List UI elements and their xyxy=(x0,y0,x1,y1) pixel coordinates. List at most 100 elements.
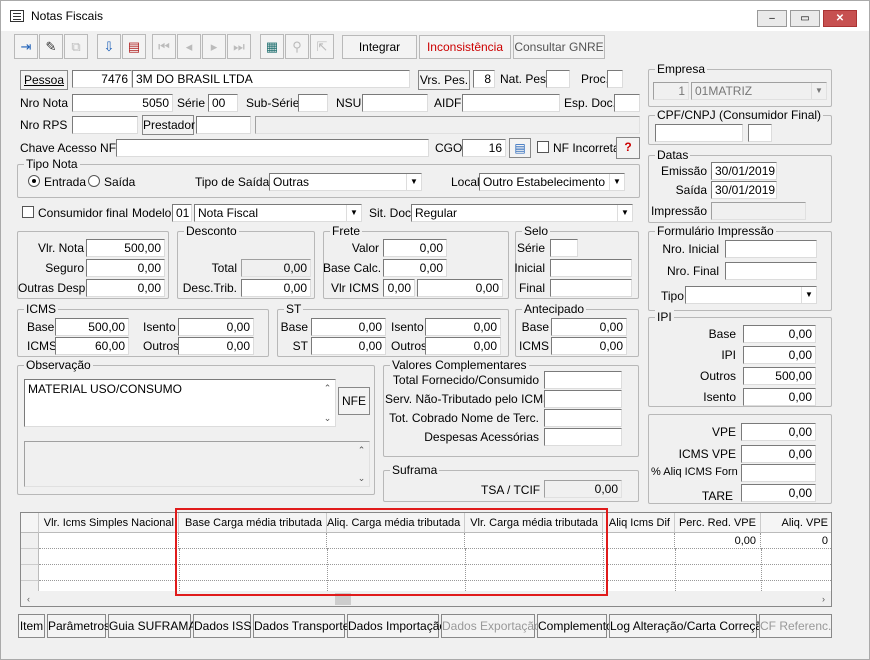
nf-incorreta-checkbox[interactable] xyxy=(537,141,549,153)
prestador-button[interactable]: Prestador xyxy=(142,115,195,135)
vrs-pes-field[interactable]: 8 xyxy=(473,70,495,88)
cpf-cnpj-field[interactable] xyxy=(655,124,743,142)
saida-date-field[interactable]: 30/01/2019 xyxy=(711,181,777,199)
aidf-field[interactable] xyxy=(462,94,560,112)
modelo-code-field[interactable]: 01 xyxy=(172,204,192,222)
proc-field[interactable] xyxy=(607,70,623,88)
grid-cell[interactable]: 0,00 xyxy=(675,533,761,549)
antecipado-base-field[interactable]: 0,00 xyxy=(551,318,627,336)
entrada-radio[interactable] xyxy=(28,175,40,187)
maximize-button[interactable]: ▭ xyxy=(790,10,820,27)
tab-dados-exportacao[interactable]: Dados Exportação xyxy=(441,614,541,638)
antecipado-icms-field[interactable]: 0,00 xyxy=(551,337,627,355)
cgo-field[interactable]: 16 xyxy=(462,139,506,157)
col-perc-red-vpe[interactable]: Perc. Red. VPE xyxy=(675,513,761,533)
minimize-button[interactable]: ‒ xyxy=(757,10,787,27)
ipi-outros-field[interactable]: 500,00 xyxy=(743,367,816,385)
pessoa-code-field[interactable]: 7476 xyxy=(72,70,132,88)
last-record-icon[interactable]: ⏭ xyxy=(227,34,251,59)
nro-final-field[interactable] xyxy=(725,262,817,280)
st-st-field[interactable]: 0,00 xyxy=(311,337,386,355)
grid-row-header[interactable] xyxy=(21,549,39,565)
sit-doc-select[interactable]: Regular ▼ xyxy=(411,204,633,222)
prestador-code-field[interactable] xyxy=(196,116,251,134)
exit-icon[interactable]: ⇥ xyxy=(14,34,38,59)
first-record-icon[interactable]: ⏮ xyxy=(152,34,176,59)
total-fornecido-field[interactable] xyxy=(544,371,622,389)
tab-dados-importacao[interactable]: Dados Importação xyxy=(347,614,446,638)
scroll-down-icon[interactable]: ⌄ xyxy=(320,410,335,426)
help-icon[interactable]: ? xyxy=(616,137,640,159)
nro-nota-field[interactable]: 5050 xyxy=(72,94,173,112)
sub-serie-field[interactable] xyxy=(298,94,328,112)
tab-cf-referenc[interactable]: CF Referenc. xyxy=(759,614,832,638)
close-button[interactable]: ✕ xyxy=(823,10,857,27)
integrar-button[interactable]: Integrar xyxy=(342,35,417,59)
selo-final-field[interactable] xyxy=(550,279,632,297)
scroll-up-icon[interactable]: ⌃ xyxy=(320,380,335,396)
grid-view-icon[interactable]: ▦ xyxy=(260,34,284,59)
consumidor-final-checkbox[interactable] xyxy=(22,206,34,218)
scroll-left-icon[interactable]: ‹ xyxy=(21,591,36,606)
tab-complemento[interactable]: Complemento xyxy=(537,614,613,638)
nfe-button[interactable]: NFE xyxy=(338,387,370,415)
outras-desp-field[interactable]: 0,00 xyxy=(86,279,165,297)
grid-row-header[interactable] xyxy=(21,565,39,581)
tipo-select[interactable]: ▼ xyxy=(685,286,817,304)
st-outros-field[interactable]: 0,00 xyxy=(425,337,501,355)
col-vlr-icms-simples-nacional[interactable]: Vlr. Icms Simples Nacional xyxy=(39,513,179,533)
serie-field[interactable]: 00 xyxy=(208,94,238,112)
frete-vlr-icms-field-a[interactable]: 0,00 xyxy=(383,279,415,297)
col-aliq-vpe[interactable]: Aliq. VPE xyxy=(761,513,831,533)
nsu-field[interactable] xyxy=(362,94,428,112)
icms-vpe-field[interactable]: 0,00 xyxy=(741,445,816,463)
ipi-ipi-field[interactable]: 0,00 xyxy=(743,346,816,364)
vrs-pes-button[interactable]: Vrs. Pes. xyxy=(418,70,470,90)
nro-rps-field[interactable] xyxy=(72,116,138,134)
icms-isento-field[interactable]: 0,00 xyxy=(178,318,254,336)
serv-nao-tributado-field[interactable] xyxy=(544,390,622,408)
print-icon[interactable]: ▤ xyxy=(122,34,146,59)
tab-dados-transporte[interactable]: Dados Transporte xyxy=(253,614,349,638)
tot-cobrado-field[interactable] xyxy=(544,409,622,427)
tab-parametros[interactable]: Parâmetros xyxy=(47,614,110,638)
local-select[interactable]: Outro Estabelecimento ▼ xyxy=(479,173,625,191)
grid-cell[interactable]: 0 xyxy=(761,533,831,549)
nat-pes-field[interactable] xyxy=(546,70,570,88)
tipo-saida-select[interactable]: Outras ▼ xyxy=(269,173,422,191)
selo-inicial-field[interactable] xyxy=(550,259,632,277)
nro-inicial-field[interactable] xyxy=(725,240,817,258)
tab-guia-suframa[interactable]: Guia SUFRAMA xyxy=(108,614,196,638)
ipi-isento-field[interactable]: 0,00 xyxy=(743,388,816,406)
cgo-lookup-icon[interactable]: ▤ xyxy=(509,138,531,158)
grid-row-header[interactable] xyxy=(21,533,39,549)
ipi-base-field[interactable]: 0,00 xyxy=(743,325,816,343)
scroll-down-icon[interactable]: ⌄ xyxy=(354,470,369,486)
observacao-textarea[interactable]: MATERIAL USO/CONSUMO ⌃ ⌄ xyxy=(24,379,336,427)
base-calc-field[interactable]: 0,00 xyxy=(383,259,447,277)
chave-acesso-field[interactable] xyxy=(116,139,429,157)
saida-radio[interactable] xyxy=(88,175,100,187)
prev-record-icon[interactable]: ◂ xyxy=(177,34,201,59)
tab-dados-iss[interactable]: Dados ISS xyxy=(193,614,251,638)
frete-vlr-icms-field-b[interactable]: 0,00 xyxy=(417,279,503,297)
col-aliq-icms-dif[interactable]: Aliq Icms Dif xyxy=(603,513,675,533)
consultar-gnre-button[interactable]: Consultar GNRE xyxy=(513,35,605,59)
modelo-select[interactable]: Nota Fiscal ▼ xyxy=(194,204,362,222)
grid-cell[interactable] xyxy=(603,533,675,549)
st-base-field[interactable]: 0,00 xyxy=(311,318,386,336)
pen-icon[interactable]: ✎ xyxy=(39,34,63,59)
copy-icon[interactable]: ⧉ xyxy=(64,34,88,59)
save-icon[interactable]: ⇩ xyxy=(97,34,121,59)
tare-field[interactable]: 0,00 xyxy=(741,484,816,502)
esp-doc-field[interactable] xyxy=(614,94,640,112)
aliq-icms-forn-field[interactable] xyxy=(741,464,816,482)
scroll-right-icon[interactable]: › xyxy=(816,591,831,606)
filter-icon[interactable]: ⚲ xyxy=(285,34,309,59)
pessoa-name-field[interactable]: 3M DO BRASIL LTDA xyxy=(132,70,410,88)
st-isento-field[interactable]: 0,00 xyxy=(425,318,501,336)
inconsistencia-button[interactable]: Inconsistência xyxy=(419,35,511,59)
emissao-field[interactable]: 30/01/2019 xyxy=(711,162,777,180)
vlr-nota-field[interactable]: 500,00 xyxy=(86,239,165,257)
export-icon[interactable]: ⇱ xyxy=(310,34,334,59)
